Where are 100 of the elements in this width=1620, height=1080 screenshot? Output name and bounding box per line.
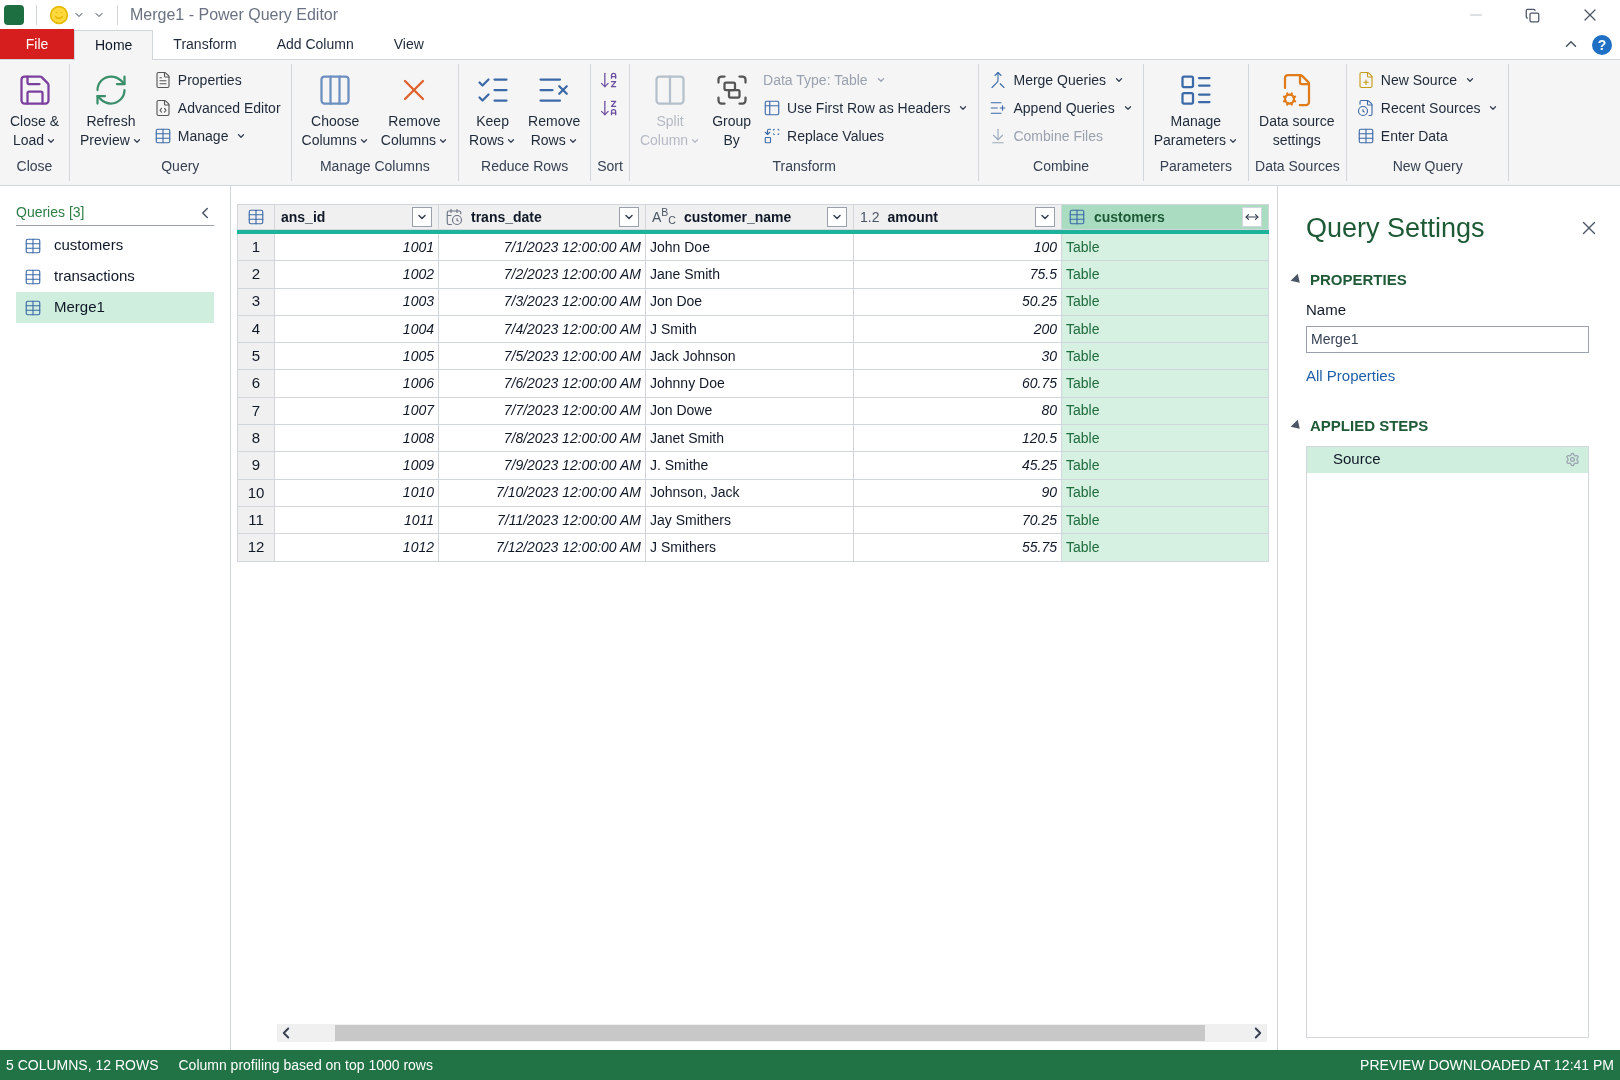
table-icon xyxy=(24,298,42,317)
help-icon[interactable]: ? xyxy=(1592,35,1612,55)
table-cell: J Smith xyxy=(646,315,854,344)
ribbon-button[interactable]: Append Queries xyxy=(985,96,1137,120)
ribbon-button[interactable]: Enter Data xyxy=(1352,124,1503,148)
table-cell: Table xyxy=(1062,452,1269,480)
table-cell: 7/1/2023 12:00:00 AM xyxy=(439,234,646,262)
column-header[interactable]: customers xyxy=(1062,204,1269,230)
ribbon-button[interactable]: Data source settings xyxy=(1255,68,1339,156)
table-cell: 7/11/2023 12:00:00 AM xyxy=(439,506,646,535)
ribbon-tab[interactable]: Home xyxy=(74,30,154,60)
query-item[interactable]: transactions xyxy=(16,261,214,292)
table-icon xyxy=(153,127,172,145)
ribbon-button[interactable]: Recent Sources xyxy=(1352,96,1503,120)
filter-dropdown-button[interactable] xyxy=(827,207,847,227)
group-label: Combine xyxy=(1032,157,1091,176)
table-cell: 1010 xyxy=(275,479,439,507)
table-cell: 7/2/2023 12:00:00 AM xyxy=(439,261,646,289)
document-icon xyxy=(153,71,172,89)
table-cell: 90 xyxy=(854,479,1062,507)
ribbon-tab[interactable]: Add Column xyxy=(256,29,374,59)
queries-header: Queries [3] xyxy=(16,203,86,222)
table-cell: 7/3/2023 12:00:00 AM xyxy=(439,288,646,316)
table-cell: J. Smithe xyxy=(646,452,854,480)
filter-dropdown-button[interactable] xyxy=(619,207,639,227)
table-cell: 1003 xyxy=(275,288,439,316)
table-cell: 7/4/2023 12:00:00 AM xyxy=(439,315,646,344)
column-header[interactable]: A$^{B}$$_{C}$ customer_name xyxy=(646,204,854,230)
scrollbar-thumb[interactable] xyxy=(335,1025,1205,1041)
ribbon-button[interactable]: Properties xyxy=(149,68,285,92)
merge-icon xyxy=(989,71,1008,89)
filter-dropdown-button[interactable] xyxy=(412,207,432,227)
table-cell: 50.25 xyxy=(854,288,1062,316)
caret-icon xyxy=(875,75,886,85)
ribbon-button[interactable]: Use First Row as Headers xyxy=(759,96,973,120)
ribbon-button[interactable]: Advanced Editor xyxy=(149,96,285,120)
table-cell: 1011 xyxy=(275,506,439,535)
row-number: 3 xyxy=(237,288,275,316)
column-header[interactable]: trans_date xyxy=(439,204,646,230)
ribbon-button[interactable]: Manage xyxy=(149,124,285,148)
table-cell: 1005 xyxy=(275,343,439,371)
row-number: 1 xyxy=(237,234,275,262)
step-item[interactable]: Source xyxy=(1307,446,1588,473)
table-cell: Table xyxy=(1062,425,1269,453)
filter-dropdown-button[interactable] xyxy=(1035,207,1055,227)
table-cell: J Smithers xyxy=(646,534,854,562)
table-cell: Table xyxy=(1062,534,1269,562)
ribbon-button[interactable]: Close & Load xyxy=(6,68,64,156)
name-field[interactable]: Merge1 xyxy=(1306,325,1589,353)
all-properties-link[interactable]: All Properties xyxy=(1306,364,1396,387)
table-cell: 7/5/2023 12:00:00 AM xyxy=(439,343,646,371)
table-icon xyxy=(1068,208,1086,226)
append-icon xyxy=(989,99,1008,117)
expand-column-button[interactable] xyxy=(1242,207,1262,227)
table-corner-button[interactable] xyxy=(237,204,275,230)
ribbon-button[interactable]: Remove Rows xyxy=(524,68,585,156)
table-cell: Table xyxy=(1062,343,1269,371)
table-cell: 1012 xyxy=(275,534,439,562)
table-cell: Table xyxy=(1062,234,1269,262)
table-cell: Johnson, Jack xyxy=(646,479,854,507)
ribbon-button[interactable]: Merge Queries xyxy=(985,68,1137,92)
type-label: 1.2 xyxy=(860,207,880,227)
table-cell: Table xyxy=(1062,261,1269,289)
section-heading: PROPERTIES xyxy=(1310,269,1407,290)
date-time-icon xyxy=(445,208,463,226)
column-header[interactable]: ans_id xyxy=(275,204,439,230)
table-cell: 1004 xyxy=(275,315,439,344)
column-header[interactable]: 1.2 amount xyxy=(854,204,1062,230)
table-cell: 1009 xyxy=(275,452,439,480)
table-cell: 7/8/2023 12:00:00 AM xyxy=(439,425,646,453)
replace-icon xyxy=(763,127,782,145)
ribbon-tab[interactable]: View xyxy=(373,29,444,59)
horizontal-scrollbar[interactable] xyxy=(277,1024,1267,1042)
row-number: 11 xyxy=(237,506,275,535)
field-label: Name xyxy=(1306,300,1347,320)
table-cell: Janet Smith xyxy=(646,425,854,453)
ribbon-button[interactable]: Refresh Preview xyxy=(76,68,146,156)
ribbon-tab[interactable]: Transform xyxy=(153,29,257,59)
ribbon-button[interactable]: Group By xyxy=(708,68,756,156)
ribbon-button[interactable]: New Source xyxy=(1352,68,1503,92)
table-cell: 7/9/2023 12:00:00 AM xyxy=(439,452,646,480)
restore-icon[interactable] xyxy=(1525,7,1540,23)
query-item[interactable]: Merge1 xyxy=(16,292,214,323)
row-number: 4 xyxy=(237,315,275,344)
ribbon-button[interactable]: Choose Columns xyxy=(297,68,373,156)
table-cell: Table xyxy=(1062,397,1269,426)
ribbon-tab[interactable]: File xyxy=(0,29,74,59)
query-item[interactable]: customers xyxy=(16,230,214,261)
row-number: 10 xyxy=(237,479,275,507)
ribbon-button[interactable]: Replace Values xyxy=(759,124,973,148)
table-cell: John Doe xyxy=(646,234,854,262)
ribbon-button[interactable]: Keep Rows xyxy=(465,68,521,156)
row-number: 8 xyxy=(237,425,275,453)
spreadsheet-app-icon xyxy=(4,5,24,25)
table-cell: 7/7/2023 12:00:00 AM xyxy=(439,397,646,426)
table-cell: Jack Johnson xyxy=(646,343,854,371)
ribbon-button[interactable]: Manage Parameters xyxy=(1149,68,1242,156)
group-label: Query xyxy=(160,157,201,176)
ribbon-button[interactable]: Remove Columns xyxy=(376,68,453,156)
table-cell: 1008 xyxy=(275,425,439,453)
